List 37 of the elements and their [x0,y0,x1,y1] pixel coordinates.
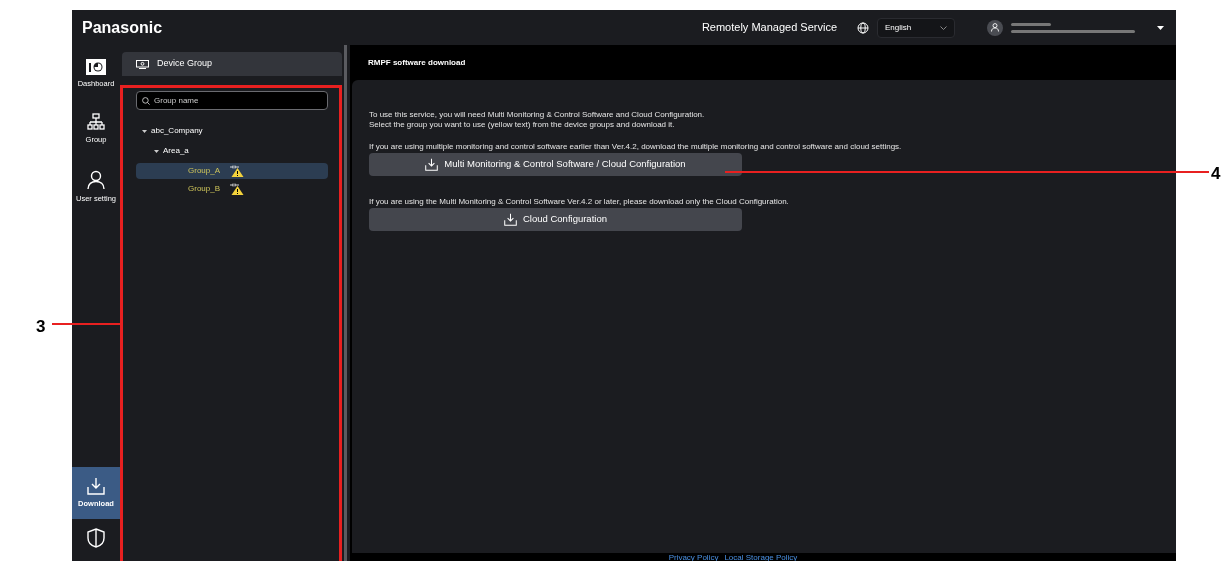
user-icon [87,169,105,190]
chevron-down-icon [940,25,947,30]
expand-caret-icon[interactable] [142,129,147,133]
service-name: Remotely Managed Service [701,20,837,36]
footer-link[interactable]: Privacy Policy [668,553,719,561]
warning-icon [230,183,245,195]
download-button[interactable]: Multi Monitoring & Control Software / Cloud Configuration [369,153,742,176]
globe-icon[interactable] [857,21,869,34]
download-button[interactable]: Cloud Configuration [369,208,742,231]
tree-node[interactable]: Area_a [136,143,328,159]
search-field[interactable]: Group name [136,91,328,110]
tree-node[interactable]: abc_Company [136,123,328,139]
callout-number: 4 [1211,163,1221,185]
callout-number: 3 [36,316,46,338]
expand-caret-icon[interactable] [154,149,159,153]
group-item[interactable]: Group_A [136,163,328,179]
footer-link[interactable]: Local Storage Policy [724,553,798,561]
page-title: RMPF software download [368,56,466,69]
download-icon [425,158,439,171]
download-icon [87,476,105,495]
panel-header: Device Group [122,52,342,76]
hierarchy-icon [87,113,105,132]
instruction-text: If you are using the Multi Monitoring & Control Software Ver.4.2 or later, please download only the Cloud Configuration. [369,197,790,207]
leader-line [52,323,122,325]
instruction-text: If you are using multiple monitoring and control software earlier than Ver.4.2, download the multiple monitoring and control software and cloud settings. [369,142,903,152]
instruction-text: To use this service, you will need Multi Monitoring & Control Software and Cloud Configuration. [369,110,706,120]
language-dropdown[interactable]: English [877,17,955,38]
warning-icon [230,165,245,177]
download-icon [504,213,517,226]
group-item[interactable]: Group_B [136,181,328,197]
caret-down-icon[interactable] [1157,25,1164,30]
shield-icon [87,528,105,548]
dashboard-icon [86,59,106,75]
instruction-text: Select the group you want to use (yellow text) from the device groups and download it. [369,120,676,130]
logo: Panasonic [82,17,163,38]
avatar[interactable] [987,19,1003,36]
device-icon [136,59,149,69]
